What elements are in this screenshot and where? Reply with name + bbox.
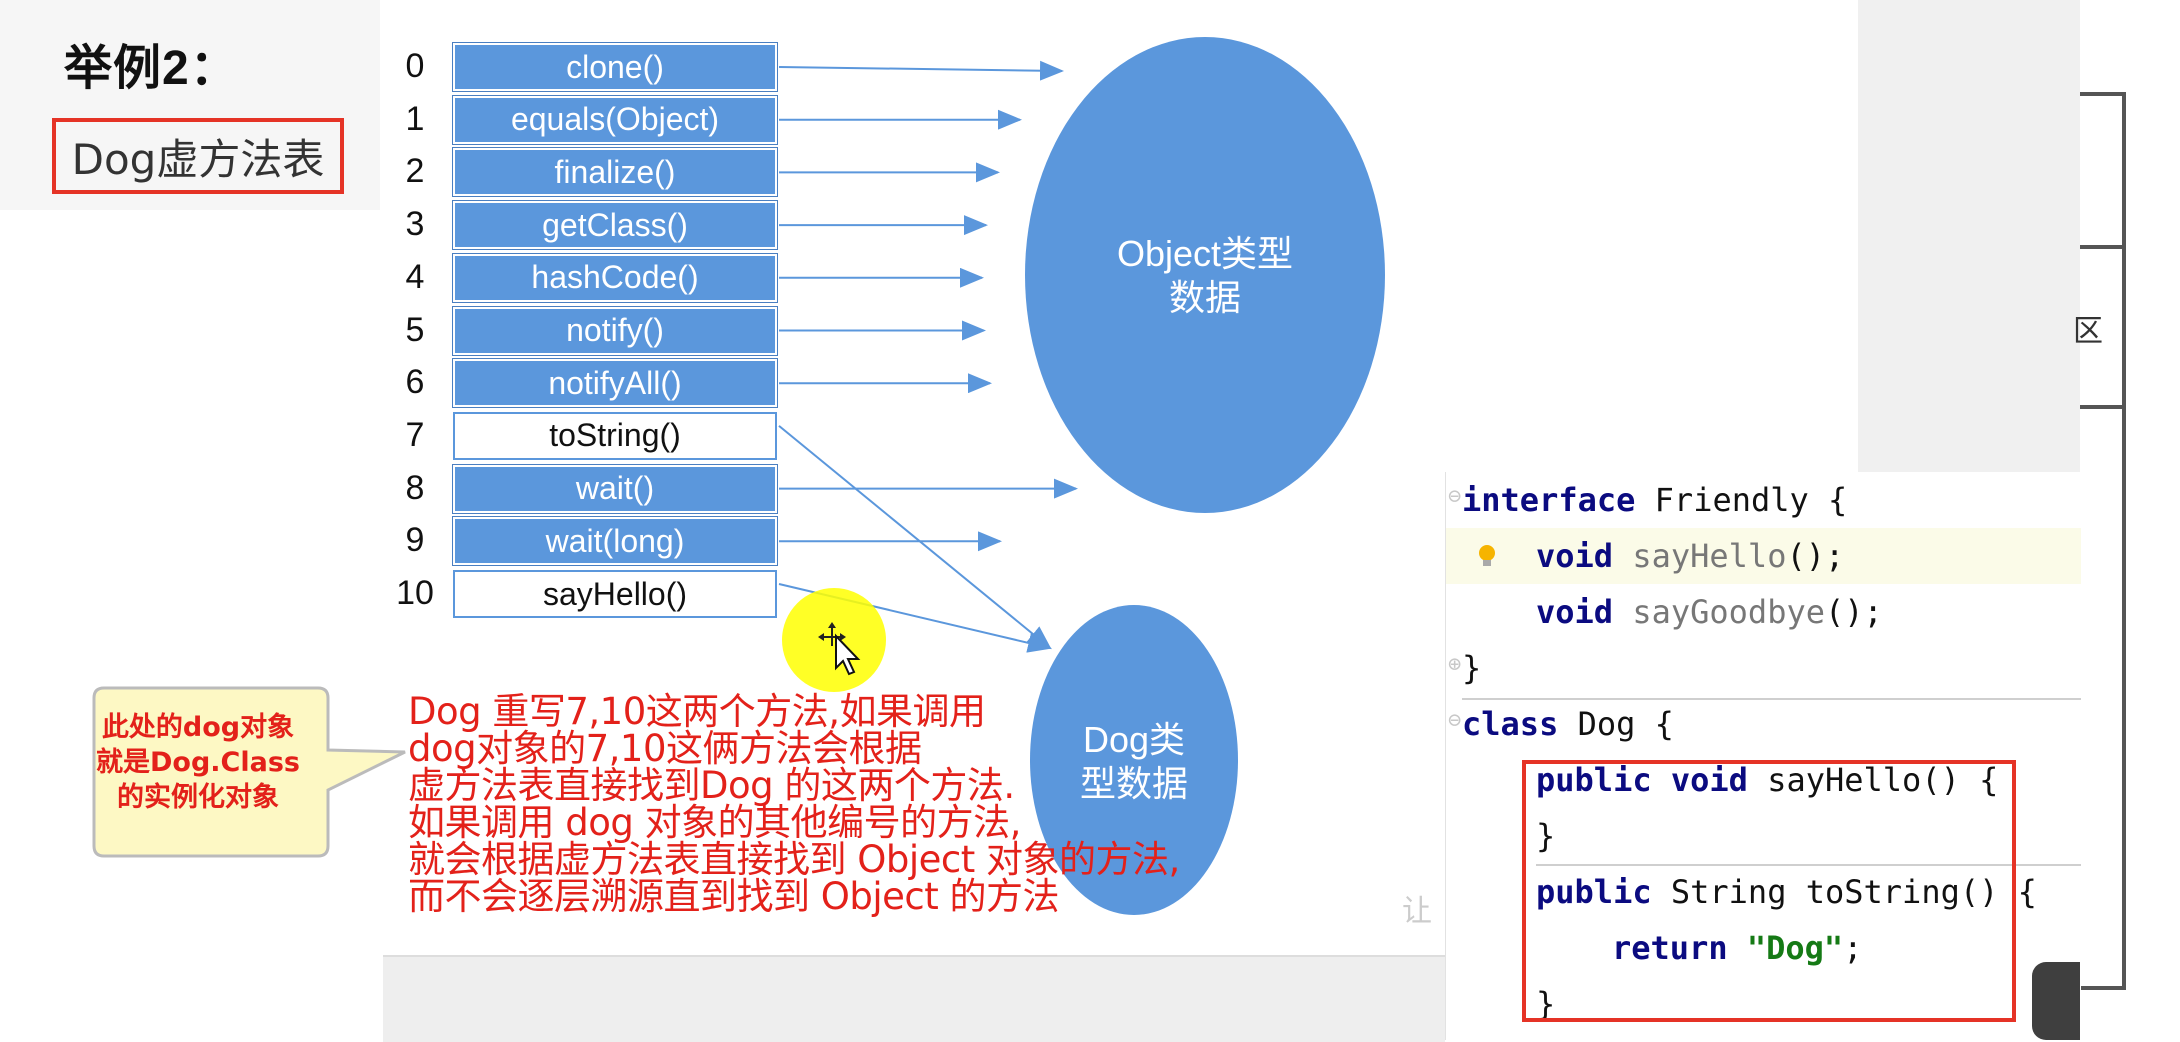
object-type-label-line2: 数据 <box>1168 277 1241 318</box>
code-keyword: void <box>1536 593 1614 631</box>
object-type-label: Object类型 数据 <box>1045 232 1365 320</box>
watermark: 让 <box>1402 895 1432 928</box>
code-text: Friendly { <box>1635 481 1848 519</box>
callout-line: 的实例化对象 <box>117 782 279 813</box>
code-keyword: void <box>1536 537 1614 575</box>
explanation-line: Dog 重写7,10这两个方法,如果调用 <box>408 690 986 733</box>
arrow-group <box>778 60 1078 653</box>
code-line[interactable]: void sayHello(); <box>1536 528 1844 584</box>
right-frame <box>2080 92 2126 990</box>
explanation-line: 就会根据虚方法表直接找到 Object 对象的方法, <box>408 838 1180 881</box>
code-editor: ⊖ ⊕ ⊖ interface Friendly { void sayHello… <box>1445 472 2081 1040</box>
explanation-line: 如果调用 dog 对象的其他编号的方法, <box>408 801 1021 844</box>
code-text: Dog { <box>1558 705 1674 743</box>
code-method: sayHello <box>1632 537 1787 575</box>
override-highlight-box <box>1522 760 2016 1022</box>
code-line[interactable]: void sayGoodbye(); <box>1536 584 1883 640</box>
explanation-text: Dog 重写7,10这两个方法,如果调用 dog对象的7,10这俩方法会根据 虚… <box>408 693 1258 915</box>
code-text: (); <box>1824 593 1883 631</box>
fold-marker-icon[interactable]: ⊖ <box>1448 484 1461 509</box>
callout-text: 此处的dog对象 就是Dog.Class 的实例化对象 <box>74 710 322 815</box>
code-line[interactable]: interface Friendly { <box>1462 472 1847 528</box>
lightbulb-icon[interactable] <box>1476 544 1498 568</box>
floating-scroll-button[interactable] <box>2032 962 2080 1040</box>
arrow-to-object <box>778 60 1064 81</box>
code-keyword: interface <box>1462 481 1636 519</box>
side-glyph: 区 <box>2073 315 2103 348</box>
code-text: (); <box>1786 537 1845 575</box>
fold-marker-icon[interactable]: ⊖ <box>1448 708 1461 733</box>
code-line[interactable]: class Dog { <box>1462 696 1674 752</box>
explanation-line: 虚方法表直接找到Dog 的这两个方法. <box>408 764 1015 807</box>
object-type-label-line1: Object类型 <box>1116 233 1294 274</box>
explanation-line: 而不会逐层溯源直到找到 Object 的方法 <box>408 875 1060 918</box>
callout-line: 就是Dog.Class <box>96 747 300 778</box>
fold-marker-icon[interactable]: ⊕ <box>1448 652 1461 677</box>
code-line[interactable]: } <box>1462 640 1481 696</box>
code-method: sayGoodbye <box>1632 593 1825 631</box>
code-keyword: class <box>1462 705 1559 743</box>
callout-line: 此处的dog对象 <box>101 712 295 743</box>
bottom-bar <box>383 955 1445 1042</box>
cursor-highlight <box>782 588 886 692</box>
explanation-line: dog对象的7,10这俩方法会根据 <box>408 727 922 770</box>
